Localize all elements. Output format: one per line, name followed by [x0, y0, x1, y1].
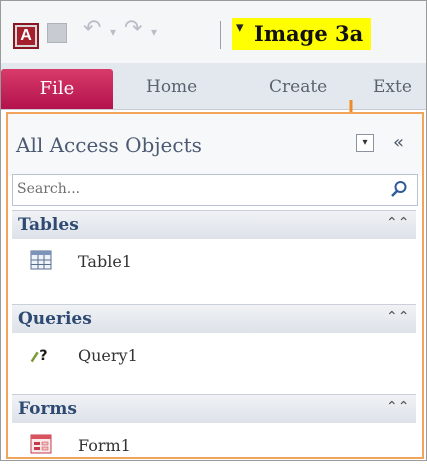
query-icon: ?: [30, 348, 48, 364]
toolbar-separator: [220, 21, 221, 49]
tab-create[interactable]: Create: [269, 77, 327, 97]
tab-home[interactable]: Home: [146, 77, 197, 97]
chevron-down-icon[interactable]: ▾: [356, 134, 374, 152]
tab-external-data[interactable]: Exte: [373, 77, 412, 97]
group-title: Queries: [18, 309, 92, 329]
image-annotation-label: ▾ Image 3a: [232, 18, 372, 50]
group-title: Forms: [18, 399, 77, 419]
search-box: [12, 174, 418, 206]
group-header-tables[interactable]: Tables ⌃⌃: [12, 210, 416, 239]
annotation-text: Image 3a: [254, 21, 364, 46]
save-icon[interactable]: [47, 23, 67, 43]
redo-icon[interactable]: ↷: [124, 16, 142, 41]
tab-file[interactable]: File: [1, 69, 113, 109]
collapse-group-icon[interactable]: ⌃⌃: [386, 215, 409, 231]
group-header-forms[interactable]: Forms ⌃⌃: [12, 394, 416, 423]
item-label: Query1: [78, 346, 138, 365]
list-item[interactable]: ? Query1: [12, 332, 416, 384]
navigation-pane: All Access Objects ▾ « Tables ⌃⌃ Table1: [6, 112, 424, 459]
undo-icon[interactable]: ↶: [83, 16, 101, 41]
item-label: Table1: [78, 252, 132, 271]
item-label: Form1: [78, 436, 131, 455]
list-item[interactable]: Form1: [12, 422, 416, 474]
search-icon[interactable]: [389, 179, 409, 199]
redo-dropdown-icon[interactable]: ▾: [151, 25, 157, 39]
customize-toolbar-icon[interactable]: ▾: [236, 18, 244, 36]
collapse-group-icon[interactable]: ⌃⌃: [386, 399, 409, 415]
form-icon: [30, 434, 52, 454]
group-header-queries[interactable]: Queries ⌃⌃: [12, 304, 416, 333]
collapse-group-icon[interactable]: ⌃⌃: [386, 309, 409, 325]
collapse-pane-icon[interactable]: «: [393, 132, 404, 153]
group-title: Tables: [18, 215, 79, 235]
undo-dropdown-icon[interactable]: ▾: [110, 25, 116, 39]
nav-pane-header[interactable]: All Access Objects ▾ «: [8, 114, 422, 176]
nav-pane-title: All Access Objects: [16, 133, 202, 157]
search-input[interactable]: [17, 175, 377, 203]
access-app-icon[interactable]: A: [13, 23, 39, 49]
svg-text:?: ?: [39, 348, 47, 364]
list-item[interactable]: Table1: [12, 238, 416, 290]
table-icon: [30, 250, 52, 270]
